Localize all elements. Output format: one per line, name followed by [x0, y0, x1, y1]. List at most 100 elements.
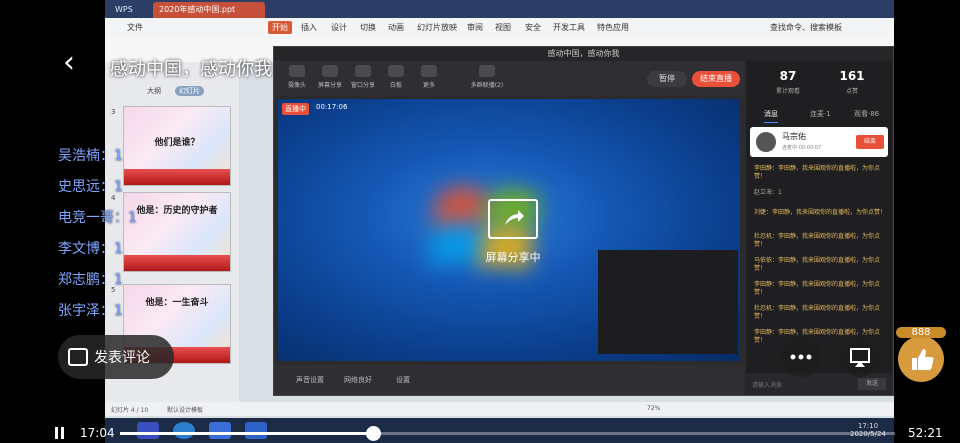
taskbar-app-icon[interactable]: [245, 422, 267, 439]
slide-banner: [124, 255, 230, 271]
windows-taskbar: 17:10 2020/5/24: [105, 418, 894, 443]
chat-input-placeholder: 请输入消息: [752, 382, 783, 389]
stat-value: 161: [839, 69, 865, 83]
more-options-button[interactable]: [781, 337, 821, 377]
live-tool-button[interactable]: 摄像头: [280, 65, 314, 89]
pause-button[interactable]: 暂停: [647, 71, 687, 87]
live-tool-button[interactable]: 白板: [379, 65, 413, 89]
tool-icon: [355, 65, 371, 77]
progress-knob[interactable]: [365, 426, 381, 441]
slide-thumbnail[interactable]: 他们是谁？: [123, 106, 231, 186]
tool-icon: [421, 65, 437, 77]
progress-bar[interactable]: [120, 426, 895, 441]
ribbon-item[interactable]: 安全: [525, 22, 541, 33]
tab-viewers[interactable]: 观看·86: [854, 109, 879, 119]
comment-label: 发表评论: [94, 350, 150, 366]
slide-title: 他们是谁？: [154, 138, 200, 148]
stat-label: 累计观看: [775, 88, 800, 95]
wps-app-tab[interactable]: WPS: [109, 2, 139, 18]
slide-banner: [124, 169, 230, 185]
progress-fill: [120, 432, 373, 435]
roster-entry: 吴浩楠：1: [58, 148, 123, 164]
tool-label: 窗口分享: [350, 82, 375, 89]
send-button[interactable]: 发送: [858, 378, 886, 390]
chat-message: 杜忍机：李田静，我来围观你的直播啦，为你点赞！: [754, 233, 881, 248]
live-timer: 00:17:06: [316, 103, 348, 111]
ribbon-item[interactable]: 开发工具: [553, 22, 585, 33]
panel-tab-slides[interactable]: 幻灯片: [175, 86, 204, 96]
live-tool-button[interactable]: 多群联播(2): [470, 65, 504, 89]
chat-message: 李田静：李田静，我来围观你的直播啦，为你点赞！: [754, 281, 881, 296]
ribbon-item[interactable]: 切换: [360, 22, 376, 33]
cast-button[interactable]: [840, 337, 880, 377]
live-bottom-bar: 声音设置 网络良好 设置: [274, 365, 744, 395]
tab-messages[interactable]: 消息: [764, 109, 778, 123]
tool-label: 白板: [389, 82, 402, 89]
zoom-level[interactable]: 72%: [647, 405, 660, 412]
slide-thumbnail[interactable]: 他是：历史的守护者: [123, 192, 231, 272]
end-linkmic-button[interactable]: 结束: [856, 135, 884, 149]
cast-icon: [850, 348, 870, 367]
tool-icon: [289, 65, 305, 77]
share-status-text: 屏幕分享中: [485, 251, 541, 264]
live-tool-button[interactable]: 更多: [412, 65, 446, 89]
live-badge: 直播中: [282, 103, 309, 115]
taskbar-browser-icon[interactable]: [173, 422, 195, 439]
tool-icon: [479, 65, 495, 77]
ribbon-item[interactable]: 视图: [495, 22, 511, 33]
like-button[interactable]: [898, 336, 944, 382]
comment-button[interactable]: 发表评论: [58, 335, 174, 379]
wps-title-bar: WPS 2020年感动中国.ppt: [105, 0, 894, 18]
back-button[interactable]: ‹: [55, 48, 83, 82]
tab-linkmic[interactable]: 连麦·1: [810, 109, 831, 119]
ribbon-item[interactable]: 幻灯片放映: [417, 22, 457, 33]
ribbon-menu: 文件 开始 插入 设计 切换 动画 幻灯片放映 审阅 视图 安全 开发工具 特色应用 查找命令、搜索模板: [105, 18, 894, 39]
settings-link[interactable]: 设置: [396, 375, 410, 385]
video-title: 感动中国，感动你我: [110, 59, 272, 80]
ribbon-item[interactable]: 插入: [301, 22, 317, 33]
tool-label: 屏幕分享: [317, 82, 342, 89]
end-live-button[interactable]: 结束直播: [692, 71, 740, 87]
theme-name: 默认设计模板: [167, 407, 204, 414]
taskbar-app-icon[interactable]: [137, 422, 159, 439]
tool-icon: [322, 65, 338, 77]
search-command[interactable]: 查找命令、搜索模板: [770, 22, 842, 33]
current-time: 17:04: [80, 426, 115, 440]
taskbar-clock: 17:10 2020/5/24: [850, 422, 886, 438]
taskbar-app-icon[interactable]: [209, 422, 231, 439]
roster-entry: 史思远：1: [58, 179, 123, 195]
sound-settings[interactable]: 声音设置: [296, 375, 324, 385]
panel-tab-outline[interactable]: 大纲: [147, 86, 161, 96]
roster-entry: 郑志鹏：1: [58, 272, 123, 288]
live-tool-button[interactable]: 屏幕分享: [313, 65, 347, 89]
tool-label: 多群联播(2): [470, 82, 504, 89]
ribbon-item[interactable]: 审阅: [467, 22, 483, 33]
ribbon-item[interactable]: 特色应用: [597, 22, 629, 33]
chat-message: 杜忍机：李田静，我来围观你的直播啦，为你点赞！: [754, 305, 881, 320]
avatar: [756, 132, 776, 152]
total-time: 52:21: [908, 426, 943, 440]
ribbon-item[interactable]: 动画: [388, 22, 404, 33]
network-status: 网络良好: [344, 376, 372, 384]
slide-number: 3: [111, 108, 116, 116]
screen-share-view: 屏幕分享中 直播中 00:17:06: [278, 99, 740, 361]
linkmic-user-card: 马宗佑 连麦中 00:00:07 结束: [750, 127, 888, 157]
slide-title: 他是：一生奋斗: [145, 298, 209, 308]
tool-icon: [388, 65, 404, 77]
roster-entry: 电竞一哥：1: [58, 210, 137, 226]
ribbon-item[interactable]: 开始: [268, 21, 292, 34]
camera-preview: [598, 250, 738, 354]
like-count: 888: [896, 327, 946, 338]
ribbon-item[interactable]: 文件: [127, 22, 143, 33]
document-tab[interactable]: 2020年感动中国.ppt: [153, 2, 265, 18]
pause-icon[interactable]: [55, 427, 65, 439]
live-window-title: 感动中国，感动你我: [274, 47, 893, 61]
more-icon: [790, 354, 812, 360]
screen-share-icon: [488, 199, 538, 239]
slide-title: 他是：历史的守护者: [136, 206, 218, 216]
live-tool-button[interactable]: 窗口分享: [346, 65, 380, 89]
stat-value: 87: [779, 69, 797, 83]
ribbon-item[interactable]: 设计: [331, 22, 347, 33]
linkmic-status: 连麦中 00:00:07: [782, 145, 822, 151]
tool-label: 摄像头: [287, 82, 306, 89]
